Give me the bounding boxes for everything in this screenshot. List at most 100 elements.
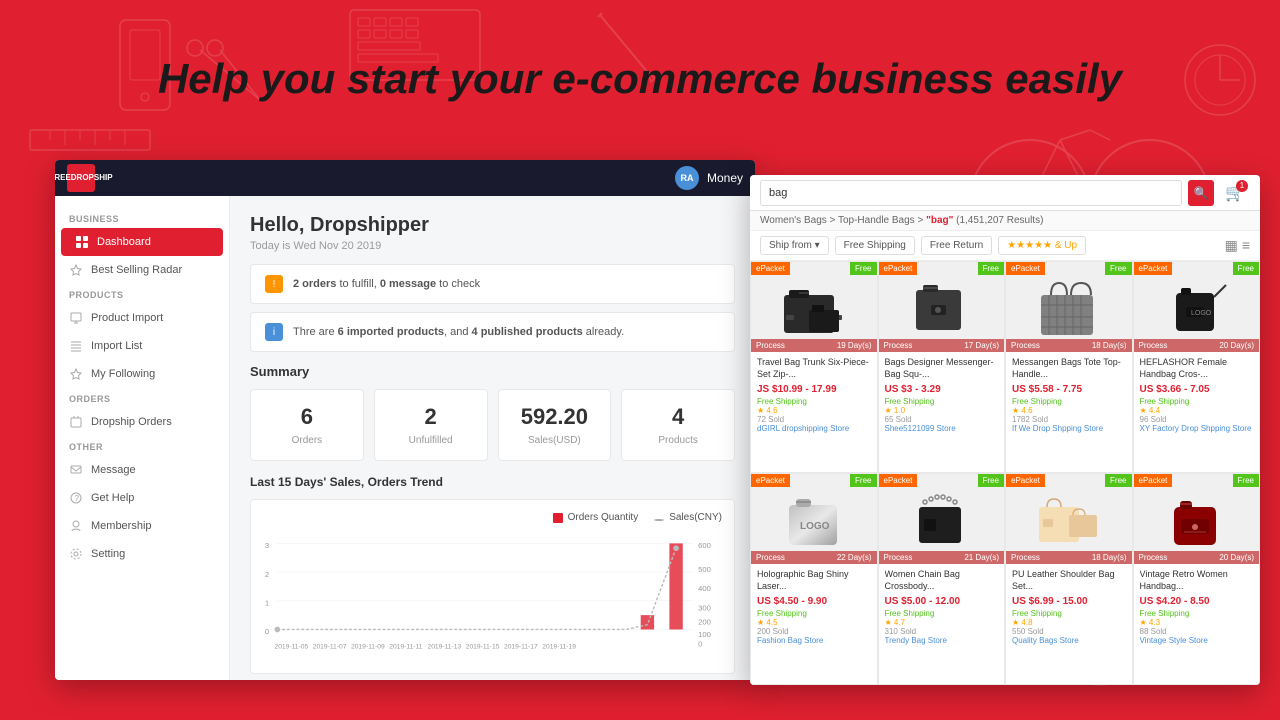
product-card-3[interactable]: ePacket Free Proce bbox=[1005, 261, 1133, 473]
epacket-badge-3: ePacket bbox=[1006, 262, 1045, 275]
product-card-6[interactable]: ePacket Free Process bbox=[878, 473, 1006, 685]
process-label-1: Process bbox=[756, 341, 785, 350]
product-info-2: Bags Designer Messenger-Bag Squ-... US $… bbox=[879, 352, 1005, 438]
svg-text:2019-11-11: 2019-11-11 bbox=[389, 644, 422, 651]
orders-icon bbox=[69, 415, 83, 429]
product-card-2[interactable]: ePacket Free Process 17 Day(s) Bags Desi… bbox=[878, 261, 1006, 473]
svg-text:LOGO: LOGO bbox=[800, 521, 830, 532]
svg-text:500: 500 bbox=[698, 565, 711, 574]
product-rating-4: ★ 4.4 bbox=[1140, 406, 1254, 415]
product-img-6: Process 21 Day(s) bbox=[879, 474, 1005, 564]
product-card-5[interactable]: ePacket Free LOGO bbox=[750, 473, 878, 685]
ecommerce-window: 🔍 🛒 1 Women's Bags > Top-Handle Bags > "… bbox=[750, 175, 1260, 685]
sidebar-item-dropship-orders[interactable]: Dropship Orders bbox=[55, 408, 229, 436]
sidebar-item-get-help[interactable]: ? Get Help bbox=[55, 484, 229, 512]
product-sold-2: 65 Sold bbox=[885, 415, 912, 424]
cart-icon[interactable]: 🛒 1 bbox=[1220, 180, 1250, 206]
svg-text:0: 0 bbox=[698, 640, 702, 649]
sidebar-item-my-following[interactable]: My Following bbox=[55, 360, 229, 388]
product-shipping-8: Free Shipping bbox=[1140, 609, 1254, 618]
grid-view-icon[interactable]: ▦ bbox=[1225, 237, 1238, 254]
product-info-1: Travel Bag Trunk Six-Piece-Set Zip-... J… bbox=[751, 352, 877, 438]
product-price-7: US $6.99 - 15.00 bbox=[1012, 596, 1126, 607]
svg-text:1: 1 bbox=[265, 599, 269, 608]
product-card-4[interactable]: ePacket Free LOGO Process 20 Day(s) HEFL… bbox=[1133, 261, 1261, 473]
svg-text:2019-11-19: 2019-11-19 bbox=[542, 644, 576, 651]
ship-from-filter[interactable]: Ship from ▾ bbox=[760, 236, 829, 255]
logo: FREE DROPSHIP bbox=[67, 164, 95, 192]
setting-icon bbox=[69, 547, 83, 561]
sidebar-setting-label: Setting bbox=[91, 548, 125, 560]
stars-filter[interactable]: ★★★★★ & Up bbox=[998, 236, 1086, 255]
product-card-7[interactable]: ePacket Free Process 18 Day(s) PU Leathe… bbox=[1005, 473, 1133, 685]
sidebar-dashboard-label: Dashboard bbox=[97, 236, 151, 248]
date: Today is Wed Nov 20 2019 bbox=[250, 240, 735, 252]
product-shipping-2: Free Shipping bbox=[885, 397, 999, 406]
search-button[interactable]: 🔍 bbox=[1188, 180, 1214, 206]
product-shipping-5: Free Shipping bbox=[757, 609, 871, 618]
product-img-7: Process 18 Day(s) bbox=[1006, 474, 1132, 564]
product-shipping-4: Free Shipping bbox=[1140, 397, 1254, 406]
view-options[interactable]: ▦ ≡ bbox=[1225, 237, 1250, 254]
product-shipping-3: Free Shipping bbox=[1012, 397, 1126, 406]
product-sold-7: 550 Sold bbox=[1012, 627, 1044, 636]
star-icon bbox=[69, 263, 83, 277]
product-rating-7: ★ 4.8 bbox=[1012, 618, 1126, 627]
sidebar-item-dashboard[interactable]: Dashboard bbox=[61, 228, 223, 256]
list-icon bbox=[69, 339, 83, 353]
svg-text:2019-11-17: 2019-11-17 bbox=[504, 644, 538, 651]
product-sold-4: 96 Sold bbox=[1140, 415, 1167, 424]
info-icon: i bbox=[265, 323, 283, 341]
product-img-4: LOGO Process 20 Day(s) bbox=[1134, 262, 1260, 352]
product-info-8: Vintage Retro Women Handbag... US $4.20 … bbox=[1134, 564, 1260, 650]
product-title-7: PU Leather Shoulder Bag Set... bbox=[1012, 569, 1126, 593]
product-card-8[interactable]: ePacket Free Process 20 Day(s) bbox=[1133, 473, 1261, 685]
product-rating-1: ★ 4.6 bbox=[757, 406, 871, 415]
alert-orders-text: 2 orders to fulfill, 0 message to check bbox=[293, 278, 480, 290]
sidebar-item-message[interactable]: Message bbox=[55, 456, 229, 484]
sidebar-item-product-import[interactable]: Product Import bbox=[55, 304, 229, 332]
sidebar-item-import-list[interactable]: Import List bbox=[55, 332, 229, 360]
ecom-filters: Ship from ▾ Free Shipping Free Return ★★… bbox=[750, 231, 1260, 261]
dashboard-main: Hello, Dropshipper Today is Wed Nov 20 2… bbox=[230, 196, 755, 680]
avatar: RA bbox=[675, 166, 699, 190]
free-badge-8: Free bbox=[1233, 474, 1259, 487]
product-info-7: PU Leather Shoulder Bag Set... US $6.99 … bbox=[1006, 564, 1132, 650]
svg-text:LOGO: LOGO bbox=[1191, 310, 1212, 317]
svg-text:3: 3 bbox=[265, 541, 269, 550]
product-title-4: HEFLASHOR Female Handbag Cros-... bbox=[1140, 357, 1254, 381]
free-shipping-filter[interactable]: Free Shipping bbox=[835, 236, 915, 255]
chart-title: Last 15 Days' Sales, Orders Trend bbox=[250, 475, 735, 489]
product-rating-6: ★ 4.7 bbox=[885, 618, 999, 627]
svg-text:300: 300 bbox=[698, 603, 711, 612]
greeting: Hello, Dropshipper bbox=[250, 214, 735, 237]
product-store-6: Trendy Bag Store bbox=[885, 636, 999, 645]
process-bar-3: Process 18 Day(s) bbox=[1006, 339, 1132, 352]
process-label-4: Process bbox=[1139, 341, 1168, 350]
legend-orders-label: Orders Quantity bbox=[568, 512, 639, 523]
process-label-2: Process bbox=[884, 341, 913, 350]
headline: Help you start your e-commerce business … bbox=[0, 55, 1280, 103]
sidebar-item-membership[interactable]: Membership bbox=[55, 512, 229, 540]
summary-title: Summary bbox=[250, 364, 735, 379]
process-days-2: 17 Day(s) bbox=[964, 341, 999, 350]
product-rating-8: ★ 4.3 bbox=[1140, 618, 1254, 627]
sidebar-membership-label: Membership bbox=[91, 520, 152, 532]
membership-icon bbox=[69, 519, 83, 533]
product-img-8: Process 20 Day(s) bbox=[1134, 474, 1260, 564]
product-title-6: Women Chain Bag Crossbody... bbox=[885, 569, 999, 593]
user-menu[interactable]: RA Money bbox=[675, 166, 743, 190]
user-name: Money bbox=[707, 171, 743, 185]
cart-badge: 1 bbox=[1236, 180, 1248, 192]
orders-value: 6 bbox=[261, 404, 353, 430]
sidebar-section-business: BUSINESS bbox=[55, 208, 229, 228]
sidebar-item-best-selling[interactable]: Best Selling Radar bbox=[55, 256, 229, 284]
product-card-1[interactable]: ePacket Free Process 19 Day(s) bbox=[750, 261, 878, 473]
search-input[interactable] bbox=[760, 180, 1182, 206]
free-return-filter[interactable]: Free Return bbox=[921, 236, 992, 255]
list-view-icon[interactable]: ≡ bbox=[1242, 237, 1250, 254]
legend-orders-dot bbox=[553, 513, 563, 523]
unfulfilled-label: Unfulfilled bbox=[385, 435, 477, 446]
sidebar-item-setting[interactable]: Setting bbox=[55, 540, 229, 568]
summary-card-products: 4 Products bbox=[621, 389, 735, 461]
